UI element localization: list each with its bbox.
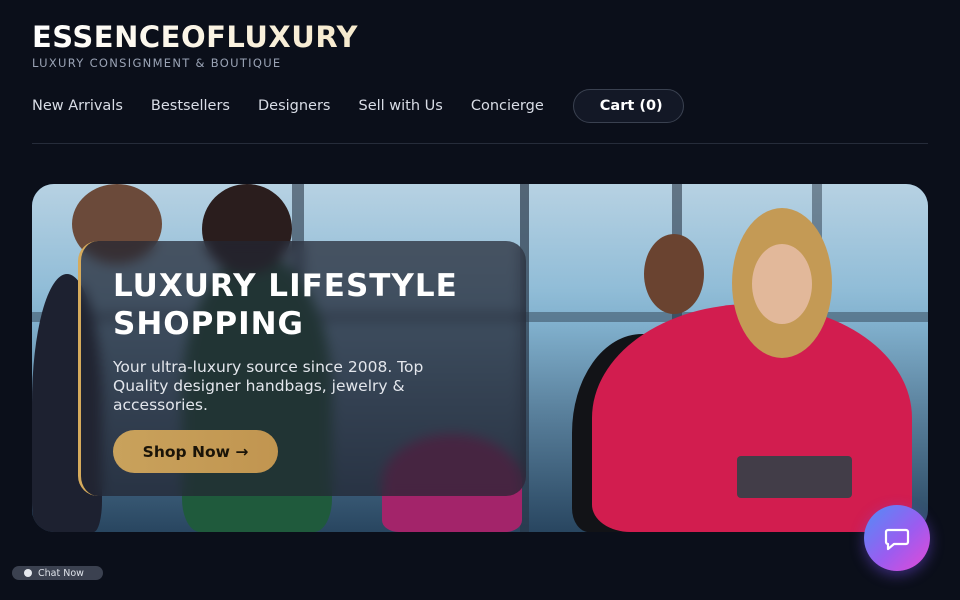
chat-now-label: Chat Now <box>38 567 84 579</box>
cart-label: Cart (0) <box>599 98 663 114</box>
site-tagline: LUXURY CONSIGNMENT & BOUTIQUE <box>32 56 282 70</box>
main-nav: New Arrivals Bestsellers Designers Sell … <box>32 89 684 123</box>
nav-concierge[interactable]: Concierge <box>471 98 544 114</box>
chat-fab-button[interactable] <box>864 505 930 571</box>
nav-new-arrivals[interactable]: New Arrivals <box>32 98 123 114</box>
hero-card: LUXURY LIFESTYLE SHOPPING Your ultra-lux… <box>78 241 526 496</box>
hero-banner: LUXURY LIFESTYLE SHOPPING Your ultra-lux… <box>32 184 928 532</box>
hero-subtitle: Your ultra-luxury source since 2008. Top… <box>113 358 424 414</box>
chat-now-button[interactable]: Chat Now <box>12 566 103 580</box>
nav-designers[interactable]: Designers <box>258 98 331 114</box>
hero-title: LUXURY LIFESTYLE SHOPPING <box>113 268 458 342</box>
shop-now-button[interactable]: Shop Now → <box>113 430 278 473</box>
user-icon <box>24 569 32 577</box>
site-logo[interactable]: ESSENCEOFLUXURY <box>32 20 928 54</box>
nav-bestsellers[interactable]: Bestsellers <box>151 98 230 114</box>
cart-button[interactable]: Cart (0) <box>572 89 684 123</box>
nav-sell-with-us[interactable]: Sell with Us <box>358 98 442 114</box>
site-header: ESSENCEOFLUXURY LUXURY CONSIGNMENT & BOU… <box>32 20 928 70</box>
chat-bubble-icon <box>884 528 910 551</box>
header-divider <box>32 143 928 144</box>
